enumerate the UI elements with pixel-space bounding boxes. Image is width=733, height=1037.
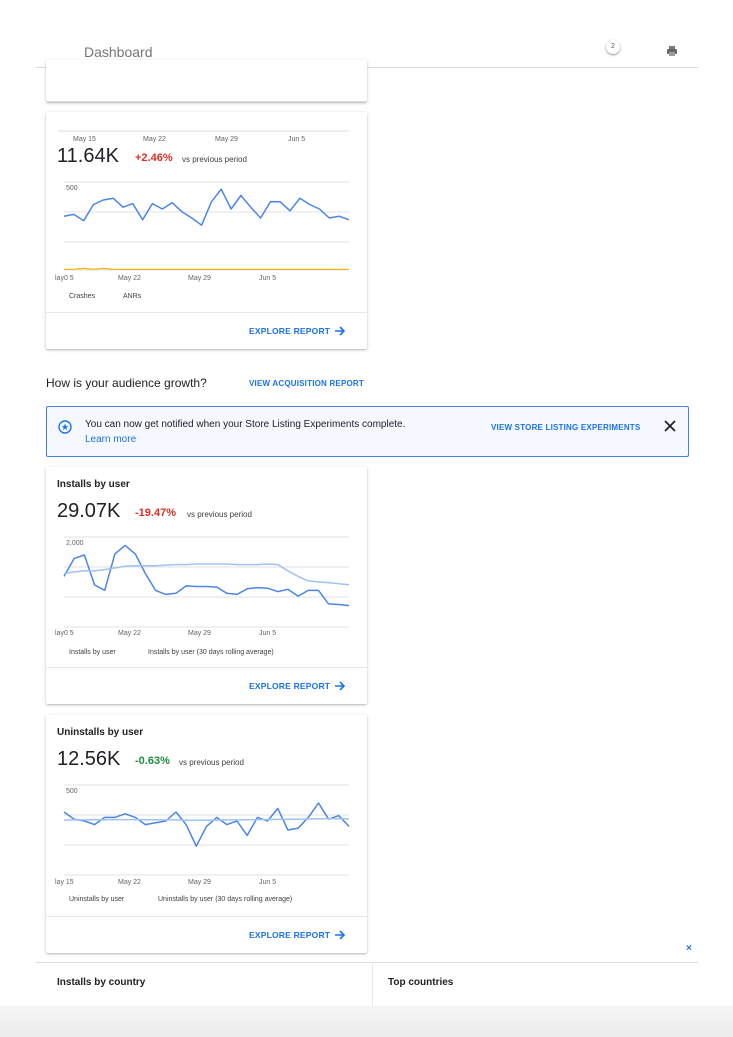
tick-label: May 29 <box>188 630 211 637</box>
uninstalls-explore-report-link[interactable]: EXPLORE REPORT <box>249 930 346 940</box>
legend-crashes: Crashes <box>69 293 96 300</box>
explore-report-label: EXPLORE REPORT <box>249 326 331 336</box>
tick-label: May 22 <box>118 630 141 637</box>
view-store-listing-experiments-button[interactable]: VIEW STORE LISTING EXPERIMENTS <box>491 423 640 432</box>
tick-label: Jun 5 <box>288 136 306 143</box>
tick-label: lay0 5 <box>55 275 74 282</box>
y-tick-label: 500 <box>66 788 78 795</box>
uninstalls-vs-label: vs previous period <box>179 758 244 767</box>
crashes-vs-label: vs previous period <box>182 155 247 164</box>
dismiss-icon[interactable]: × <box>686 943 692 954</box>
explore-report-label: EXPLORE REPORT <box>249 681 331 691</box>
tick-label: May 22 <box>118 275 141 282</box>
card-title: Installs by user <box>57 479 130 490</box>
legend-anrs: ANRs <box>123 293 142 300</box>
tick-label: May 29 <box>215 136 238 143</box>
country-panel: Installs by country Top countries <box>36 962 698 1007</box>
top-countries-title: Top countries <box>388 977 454 988</box>
close-icon[interactable] <box>663 419 677 433</box>
installs-explore-report-link[interactable]: EXPLORE REPORT <box>249 681 346 691</box>
legend-installs: Installs by user <box>69 649 116 656</box>
legend-uninstalls-average: Uninstalls by user (30 days rolling aver… <box>158 896 293 903</box>
y-tick-label: 500 <box>66 185 78 192</box>
installs-by-user-card: Installs by user 29.07K -19.47% vs previ… <box>46 467 367 704</box>
tick-label: lay0 5 <box>55 630 74 637</box>
arrow-right-icon <box>335 326 346 336</box>
card-title: Uninstalls by user <box>57 727 144 738</box>
tick-label: Jun 5 <box>259 879 277 886</box>
installs-chart <box>63 536 350 628</box>
crashes-card: May 15 May 22 May 29 Jun 5 11.64K +2.46%… <box>46 112 367 349</box>
tick-label: lay 15 <box>55 879 74 886</box>
tick-label: Jun 5 <box>259 275 277 282</box>
crashes-delta: +2.46% <box>135 152 173 164</box>
series-line-0 <box>63 802 350 847</box>
uninstalls-chart <box>63 784 350 876</box>
tick-label: May 22 <box>118 879 141 886</box>
view-acquisition-report-link[interactable]: VIEW ACQUISITION REPORT <box>249 379 364 388</box>
installs-delta: -19.47% <box>135 507 176 519</box>
tick-label: Jun 5 <box>259 630 277 637</box>
installs-by-country-title: Installs by country <box>57 977 146 988</box>
series-line-1 <box>64 267 349 270</box>
y-tick-label: 2,000 <box>66 540 84 547</box>
explore-report-label: EXPLORE REPORT <box>249 930 331 940</box>
tick-label: May 15 <box>73 136 96 143</box>
uninstalls-by-user-card: Uninstalls by user 12.56K -0.63% vs prev… <box>46 715 367 953</box>
star-badge-icon <box>58 420 72 434</box>
printer-icon[interactable] <box>666 45 678 57</box>
store-listing-notice: You can now get notified when your Store… <box>46 406 689 457</box>
tick-label: May 22 <box>143 136 166 143</box>
crashes-chart <box>63 181 350 271</box>
tick-label: May 29 <box>188 275 211 282</box>
legend-uninstalls: Uninstalls by user <box>69 896 125 903</box>
crashes-explore-report-link[interactable]: EXPLORE REPORT <box>249 326 346 336</box>
notice-message: You can now get notified when your Store… <box>85 419 406 430</box>
series-line-0 <box>63 188 350 226</box>
previous-card-fragment <box>46 60 367 102</box>
crashes-total: 11.64K <box>57 145 119 167</box>
audience-section-title: How is your audience growth? <box>46 376 207 390</box>
uninstalls-delta: -0.63% <box>135 755 170 767</box>
page-footer-shade <box>0 1006 733 1037</box>
arrow-right-icon <box>335 930 346 940</box>
installs-vs-label: vs previous period <box>187 510 252 519</box>
page-title: Dashboard <box>84 44 153 60</box>
legend-installs-average: Installs by user (30 days rolling averag… <box>148 649 274 656</box>
crashes-top-axis <box>58 130 349 132</box>
notification-badge[interactable]: 2 <box>606 40 620 54</box>
learn-more-link[interactable]: Learn more <box>85 434 136 445</box>
uninstalls-total: 12.56K <box>57 748 121 770</box>
arrow-right-icon <box>335 681 346 691</box>
tick-label: May 29 <box>188 879 211 886</box>
installs-total: 29.07K <box>57 500 121 522</box>
